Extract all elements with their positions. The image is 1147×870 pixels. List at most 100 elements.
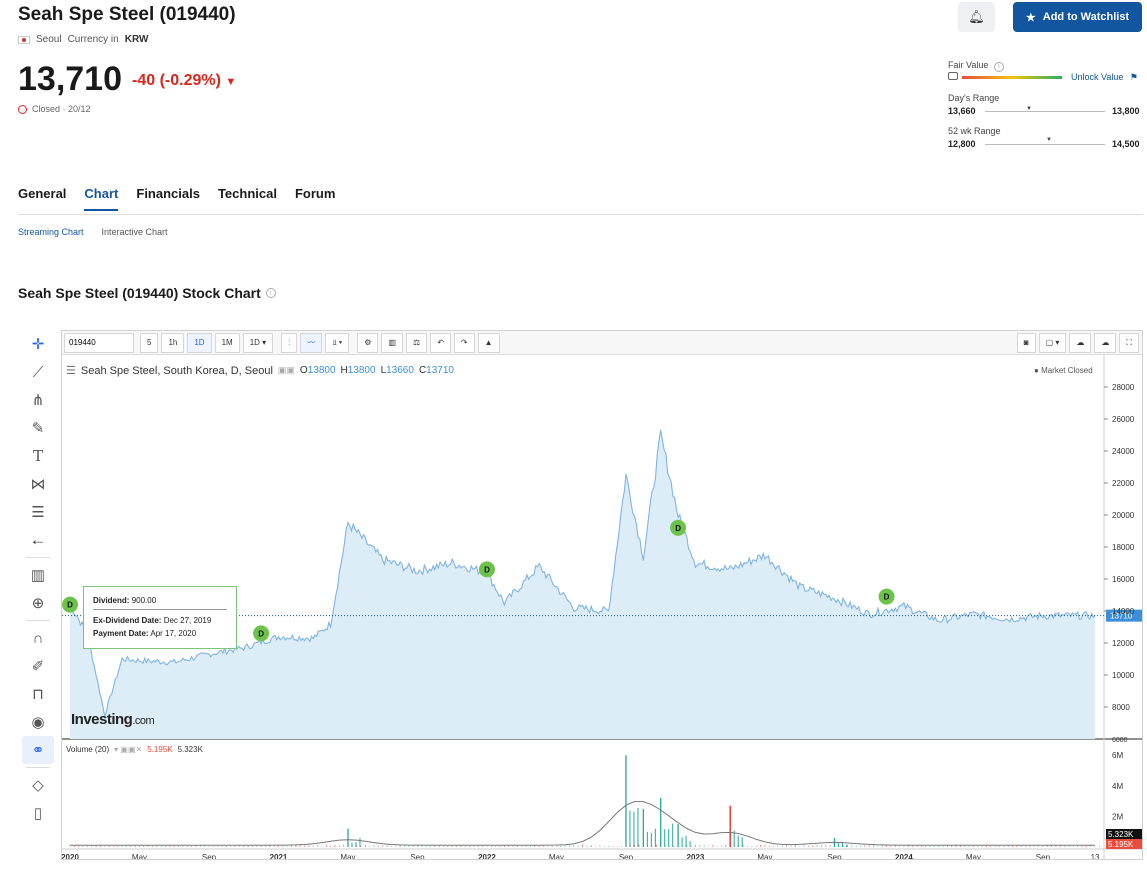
compare-scale-icon[interactable]: ⚖ (406, 332, 428, 353)
52wk-low: 12,800 (948, 139, 976, 149)
trash-icon[interactable]: ▯ (22, 799, 54, 827)
area-chart-icon[interactable]: 〰 (300, 332, 323, 353)
volume-value-2: 5.323K (177, 745, 203, 754)
text-icon[interactable]: T (22, 442, 54, 470)
subtab-interactive-chart[interactable]: Interactive Chart (102, 227, 168, 237)
volume-ma-line (70, 800, 1096, 846)
currency-label: Currency in (67, 34, 119, 45)
closed-text: Closed · 20/12 (32, 104, 91, 114)
info-icon: i (993, 61, 1004, 72)
dividend-marker-label: D (258, 629, 264, 638)
x-tick-label: Sep (1036, 853, 1051, 859)
camera-icon[interactable]: ◙ (1016, 332, 1036, 353)
y-tick-label: 22000 (1112, 479, 1135, 488)
interval-dropdown[interactable]: 1D ▾ (242, 332, 274, 353)
lock-icon[interactable]: ⊓ (22, 680, 54, 708)
tooltip-divider (93, 609, 227, 610)
lock-icon (948, 72, 958, 80)
52wk-range-label: 52 wk Range (948, 126, 1001, 136)
interval-1h[interactable]: 1h (161, 332, 185, 353)
subtab-streaming-chart[interactable]: Streaming Chart (18, 227, 84, 237)
fullscreen-icon[interactable]: ⛶ (1119, 332, 1139, 353)
back-arrow-icon[interactable]: ← (22, 526, 54, 554)
add-to-watchlist-button[interactable]: ★ Add to Watchlist (1013, 2, 1142, 32)
price-change: -40 (-0.29%) ▼ (132, 72, 236, 90)
link-icon[interactable]: ⚭ (22, 736, 54, 764)
x-tick-label: 13 (1091, 853, 1100, 859)
volume-tick-label: 6M (1112, 751, 1123, 760)
x-tick-label: 2023 (687, 853, 705, 859)
y-tick-label: 16000 (1112, 575, 1135, 584)
interval-1m[interactable]: 1M (214, 332, 240, 353)
x-tick-label: May (549, 853, 564, 859)
alert-button[interactable]: 🔔︎ (958, 2, 995, 32)
eye-icon[interactable]: ◉ (22, 708, 54, 736)
tab-forum[interactable]: Forum (295, 186, 335, 211)
x-tick-label: Sep (202, 853, 217, 859)
tab-general[interactable]: General (18, 186, 66, 211)
fib-icon[interactable]: ☰ (22, 498, 54, 526)
settings-gear-icon[interactable]: ⚙ (357, 332, 379, 353)
info-icon[interactable]: i (265, 288, 276, 298)
dividend-label: Dividend: (93, 596, 130, 605)
main-tabs: General Chart Financials Technical Forum (18, 186, 335, 211)
alert-bell-icon[interactable]: ▲ (477, 332, 500, 353)
x-tick-label: 2022 (478, 853, 496, 859)
pencil-lock-icon[interactable]: ✐ (22, 652, 54, 680)
chart-title-text: Seah Spe Steel (019440) Stock Chart (18, 285, 261, 301)
measure-icon[interactable]: ▥ (22, 561, 54, 589)
magnet-icon[interactable]: ∩ (22, 624, 54, 652)
redo-icon[interactable]: ↷ (453, 332, 475, 353)
tab-technical[interactable]: Technical (218, 186, 277, 211)
y-tick-label: 28000 (1112, 383, 1135, 392)
page-title: Seah Spe Steel (019440) (18, 4, 236, 25)
candles-icon[interactable]: ⫶ (281, 332, 298, 353)
cloud-load-icon[interactable]: ☁ (1069, 332, 1092, 353)
x-tick-label: May (757, 853, 772, 859)
market-closed-status: Closed · 20/12 (18, 104, 91, 114)
investing-logo: Investing.com (71, 711, 155, 728)
chart-toolbar: 5 1h 1D 1M 1D ▾ ⫶ 〰 ⫫ ▾ ⚙ ▥ ⚖ ↶ ↷ ▲ ◙ ▢ … (62, 331, 1142, 355)
y-tick-label: 26000 (1112, 415, 1135, 424)
volume-legend: Volume (20) ▾ ▣▣✕ 5.195K 5.323K (66, 745, 203, 754)
crosshair-icon[interactable]: ✛ (22, 330, 54, 358)
exchange-meta: Seoul Currency in KRW (18, 34, 148, 45)
days-low: 13,660 (948, 106, 976, 116)
x-tick-label: Sep (619, 853, 634, 859)
fair-value-label: Fair Value i (948, 60, 1004, 72)
indicators-icon[interactable]: ⫫ ▾ (325, 332, 350, 353)
tool-divider (26, 767, 50, 768)
dividend-marker-label: D (884, 593, 890, 602)
pay-date-label: Payment Date: (93, 629, 149, 638)
fair-value-bar (962, 76, 1062, 79)
pattern-icon[interactable]: ⋈ (22, 470, 54, 498)
days-range-label: Day's Range (948, 93, 1000, 103)
undo-icon[interactable]: ↶ (430, 332, 451, 353)
unlock-value-link[interactable]: Unlock Value ⚑ (1071, 72, 1138, 83)
symbol-input[interactable] (64, 332, 134, 353)
bar-chart-icon[interactable]: ▥ (381, 332, 404, 353)
bell-plus-icon: 🔔︎ (968, 9, 985, 24)
tab-financials[interactable]: Financials (136, 186, 200, 211)
volume-label[interactable]: Volume (20) (66, 745, 109, 754)
layers-icon[interactable]: ◇ (22, 771, 54, 799)
interval-5[interactable]: 5 (140, 332, 159, 353)
down-arrow-icon: ▼ (225, 76, 237, 88)
brush-icon[interactable]: ✎ (22, 414, 54, 442)
volume-dropdown-icon[interactable]: ▾ ▣▣✕ (114, 745, 142, 754)
cloud-save-icon[interactable]: ☁ (1094, 332, 1117, 353)
zoom-icon[interactable]: ⊕ (22, 589, 54, 617)
template-dropdown[interactable]: ▢ ▾ (1038, 332, 1067, 353)
interval-1d[interactable]: 1D (187, 332, 212, 353)
tab-chart[interactable]: Chart (84, 186, 119, 211)
trendline-icon[interactable]: ⟋ (22, 358, 54, 386)
x-tick-label: 2021 (270, 853, 288, 859)
x-tick-label: Sep (410, 853, 425, 859)
y-tick-label: 10000 (1112, 671, 1135, 680)
ex-date-value: Dec 27, 2019 (163, 616, 212, 625)
volume-tick-label: 2M (1112, 812, 1123, 821)
pitchfork-icon[interactable]: ⋔ (22, 386, 54, 414)
price-area-fill (70, 430, 1096, 739)
x-tick-label: 2024 (895, 853, 913, 859)
sub-tabs: Streaming Chart Interactive Chart (18, 227, 168, 237)
